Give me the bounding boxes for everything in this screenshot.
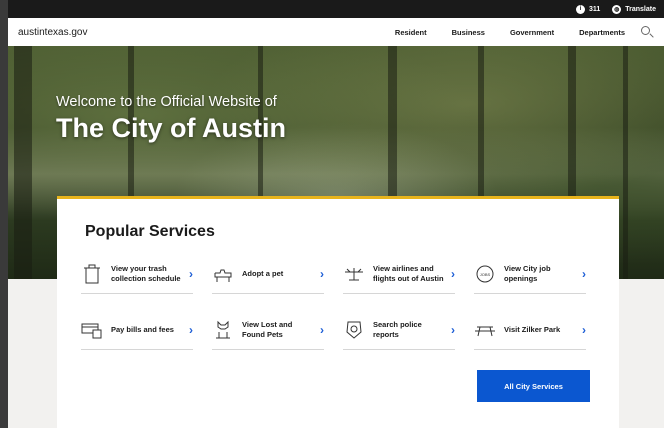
service-trash-schedule[interactable]: View your trash collection schedule › — [81, 254, 193, 294]
translate-link[interactable]: ◍ Translate — [612, 4, 656, 14]
chevron-right-icon: › — [451, 322, 455, 337]
hero-text: Welcome to the Official Website of The C… — [56, 94, 286, 144]
chevron-right-icon: › — [320, 322, 324, 337]
site-logo[interactable]: austintexas.gov — [18, 27, 88, 38]
airplane-icon — [343, 263, 365, 285]
service-label: View City job openings — [504, 263, 551, 283]
link-311[interactable]: i 311 — [575, 4, 601, 14]
nav-departments[interactable]: Departments — [579, 28, 625, 37]
cat-icon — [212, 319, 234, 341]
nav-links: Resident Business Government Departments — [395, 28, 625, 37]
service-pay-bills[interactable]: Pay bills and fees › — [81, 310, 193, 350]
chevron-right-icon: › — [189, 266, 193, 281]
service-label: Adopt a pet — [242, 268, 284, 278]
chevron-right-icon: › — [451, 266, 455, 281]
service-label: View airlines and flights out of Austin — [373, 263, 444, 283]
hero-subtitle: Welcome to the Official Website of — [56, 94, 277, 110]
jobs-icon: JOBS — [474, 263, 496, 285]
dog-icon — [212, 263, 234, 285]
chevron-right-icon: › — [189, 322, 193, 337]
translate-label: Translate — [625, 5, 656, 13]
search-icon[interactable] — [640, 25, 654, 39]
chevron-right-icon: › — [320, 266, 324, 281]
police-badge-icon — [343, 319, 365, 341]
chevron-right-icon: › — [582, 322, 586, 337]
nav-business[interactable]: Business — [452, 28, 485, 37]
service-job-openings[interactable]: JOBS View City job openings › — [474, 254, 586, 294]
service-lost-found-pets[interactable]: View Lost and Found Pets › — [212, 310, 324, 350]
svg-text:JOBS: JOBS — [480, 272, 491, 277]
service-label: View Lost and Found Pets — [242, 319, 293, 339]
globe-icon: ◍ — [612, 4, 622, 14]
link-311-label: 311 — [588, 5, 601, 13]
popular-services-heading: Popular Services — [85, 223, 215, 240]
service-label: View your trash collection schedule — [111, 263, 181, 283]
service-label: Search police reports — [373, 319, 422, 339]
service-airlines[interactable]: View airlines and flights out of Austin … — [343, 254, 455, 294]
picnic-table-icon — [474, 319, 496, 341]
bill-icon — [81, 319, 103, 341]
window-frame-edge — [0, 0, 8, 428]
service-label: Pay bills and fees — [111, 324, 174, 334]
service-zilker-park[interactable]: Visit Zilker Park › — [474, 310, 586, 350]
nav-resident[interactable]: Resident — [395, 28, 427, 37]
nav-government[interactable]: Government — [510, 28, 554, 37]
utility-bar: i 311 ◍ Translate — [0, 0, 664, 18]
popular-services-card: Popular Services View your trash collect… — [57, 196, 619, 428]
all-city-services-button[interactable]: All City Services — [477, 370, 590, 402]
chevron-right-icon: › — [582, 266, 586, 281]
hero-title: The City of Austin — [56, 113, 286, 143]
services-grid: View your trash collection schedule › Ad… — [81, 254, 591, 366]
service-label: Visit Zilker Park — [504, 324, 561, 334]
info-icon: i — [575, 4, 585, 14]
trash-bin-icon — [81, 263, 103, 285]
service-adopt-pet[interactable]: Adopt a pet › — [212, 254, 324, 294]
service-police-reports[interactable]: Search police reports › — [343, 310, 455, 350]
main-nav: austintexas.gov Resident Business Govern… — [8, 18, 664, 46]
